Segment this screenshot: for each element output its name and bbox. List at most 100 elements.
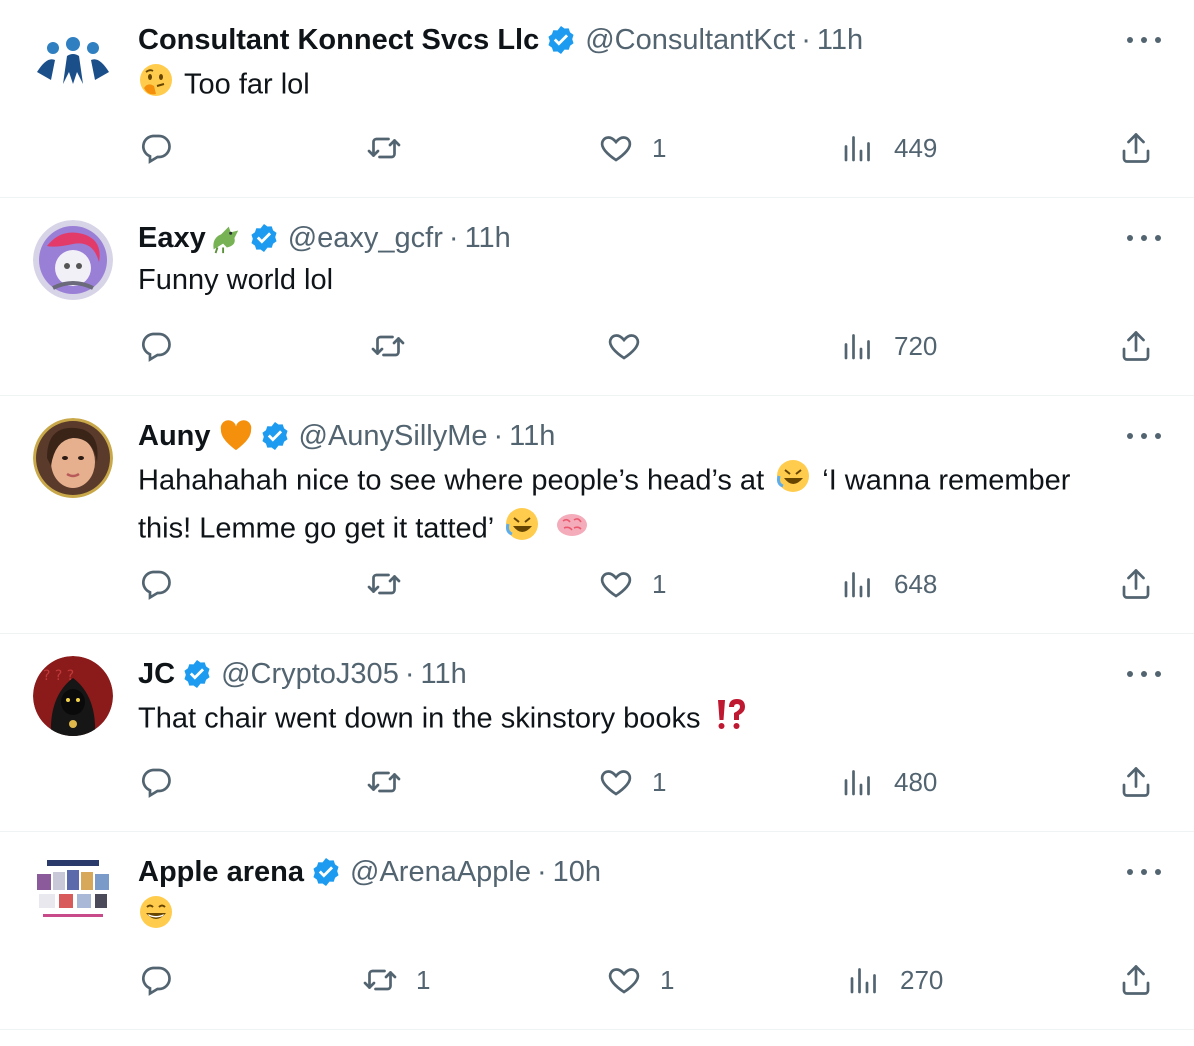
heart-icon: [600, 136, 632, 162]
display-name[interactable]: JC: [138, 658, 175, 691]
reply-button[interactable]: [138, 128, 192, 168]
display-name[interactable]: Eaxy: [138, 222, 206, 255]
avatar[interactable]: [33, 418, 113, 498]
avatar[interactable]: [33, 854, 113, 934]
like-count: 1: [660, 964, 675, 995]
reply-button[interactable]: [138, 326, 192, 366]
heart-icon: [608, 334, 640, 360]
like-count: 1: [652, 766, 667, 797]
tweet-text: Funny world lol: [138, 260, 1148, 301]
tweet[interactable]: Consultant Konnect Svcs Llc @ConsultantK…: [0, 0, 1194, 198]
retweet-button[interactable]: 1: [362, 960, 430, 1000]
heart-icon: [600, 572, 632, 598]
tweet-text-content: That chair went down in the skinstory bo…: [138, 702, 701, 735]
timestamp[interactable]: 11h: [817, 24, 863, 57]
share-button[interactable]: [1118, 326, 1154, 366]
rofl-face-icon: [775, 458, 811, 506]
share-icon: [1122, 767, 1150, 797]
tweet-text: That chair went down in the skinstory bo…: [138, 696, 1148, 744]
retweet-icon: [367, 573, 401, 595]
avatar[interactable]: ? ? ?: [33, 656, 113, 736]
retweet-count: 1: [416, 964, 431, 995]
avatar-image: [33, 220, 113, 300]
separator: ·: [493, 419, 504, 452]
retweet-button[interactable]: [366, 128, 420, 168]
like-button[interactable]: 1: [598, 762, 666, 802]
tweet-header: Eaxy @eaxy_gcfr · 11h: [138, 220, 511, 256]
reply-button[interactable]: [138, 564, 192, 604]
handle[interactable]: @eaxy_gcfr: [288, 222, 443, 255]
timestamp[interactable]: 11h: [465, 222, 511, 255]
tweet-text: [138, 894, 1148, 942]
views-count: 648: [894, 568, 938, 599]
more-options-button[interactable]: [1127, 662, 1161, 686]
display-name[interactable]: Apple arena: [138, 856, 304, 889]
views-icon: [850, 968, 876, 994]
more-options-button[interactable]: [1127, 424, 1161, 448]
like-count: 1: [652, 132, 667, 163]
retweet-icon: [367, 771, 401, 793]
retweet-icon: [371, 335, 405, 357]
tweet[interactable]: Auny @AunySillyMe · 11h Hahahahah nice t…: [0, 396, 1194, 634]
avatar-image: ? ? ?: [33, 656, 113, 736]
reply-feed: Consultant Konnect Svcs Llc @ConsultantK…: [0, 0, 1194, 1046]
views-count: 480: [894, 766, 938, 797]
timestamp[interactable]: 11h: [421, 658, 467, 691]
reply-icon: [141, 570, 171, 600]
reply-icon: [141, 134, 171, 164]
tweet[interactable]: Eaxy @eaxy_gcfr · 11h Funny world lol 72…: [0, 198, 1194, 396]
views-button[interactable]: 648: [840, 564, 937, 604]
tweet-header: JC @CryptoJ305 · 11h: [138, 656, 467, 692]
like-button[interactable]: [606, 326, 660, 366]
tweet-header: Apple arena @ArenaApple · 10h: [138, 854, 601, 890]
retweet-button[interactable]: [366, 762, 420, 802]
handle[interactable]: @CryptoJ305: [221, 658, 399, 691]
reply-button[interactable]: [138, 762, 192, 802]
retweet-icon: [363, 969, 397, 991]
more-options-button[interactable]: [1127, 28, 1161, 52]
share-button[interactable]: [1118, 564, 1154, 604]
tweet-actions: 720: [138, 326, 1154, 366]
thinking-face-icon: [138, 62, 174, 110]
share-icon: [1122, 569, 1150, 599]
views-button[interactable]: 480: [840, 762, 937, 802]
share-button[interactable]: [1118, 762, 1154, 802]
like-button[interactable]: 1: [598, 564, 666, 604]
timestamp[interactable]: 10h: [553, 856, 601, 889]
reply-icon: [141, 966, 171, 996]
tweet-text-line2: this! Lemme go get it tatted’: [138, 512, 494, 545]
like-button[interactable]: 1: [598, 128, 666, 168]
views-icon: [844, 572, 870, 598]
retweet-button[interactable]: [370, 326, 424, 366]
tweet-text-content: Too far lol: [184, 68, 310, 101]
share-button[interactable]: [1118, 128, 1154, 168]
display-name[interactable]: Consultant Konnect Svcs Llc: [138, 24, 539, 57]
views-count: 449: [894, 132, 938, 163]
separator: ·: [801, 23, 811, 56]
tweet-text-line1b: ‘I wanna remember: [822, 464, 1071, 497]
separator: ·: [537, 855, 547, 888]
views-icon: [844, 334, 870, 360]
handle[interactable]: @ConsultantKct: [585, 24, 795, 57]
views-button[interactable]: 270: [846, 960, 943, 1000]
display-name[interactable]: Auny: [138, 420, 211, 453]
more-options-button[interactable]: [1127, 860, 1161, 884]
views-button[interactable]: 720: [840, 326, 937, 366]
avatar[interactable]: [33, 22, 113, 102]
like-button[interactable]: 1: [606, 960, 674, 1000]
share-button[interactable]: [1118, 960, 1154, 1000]
timestamp[interactable]: 11h: [509, 420, 555, 453]
handle[interactable]: @ArenaApple: [350, 856, 531, 889]
exclamation-question-icon: [712, 696, 748, 744]
more-options-button[interactable]: [1127, 226, 1161, 250]
avatar[interactable]: [33, 220, 113, 300]
tweet[interactable]: Apple arena @ArenaApple · 10h 1 1 270: [0, 832, 1194, 1030]
handle[interactable]: @AunySillyMe: [299, 420, 488, 453]
retweet-button[interactable]: [366, 564, 420, 604]
tweet[interactable]: ? ? ? JC @CryptoJ305 · 11h That chair we…: [0, 634, 1194, 832]
reply-icon: [141, 332, 171, 362]
verified-badge-icon: [181, 658, 213, 690]
reply-button[interactable]: [138, 960, 192, 1000]
views-button[interactable]: 449: [840, 128, 937, 168]
verified-badge-icon: [310, 856, 342, 888]
